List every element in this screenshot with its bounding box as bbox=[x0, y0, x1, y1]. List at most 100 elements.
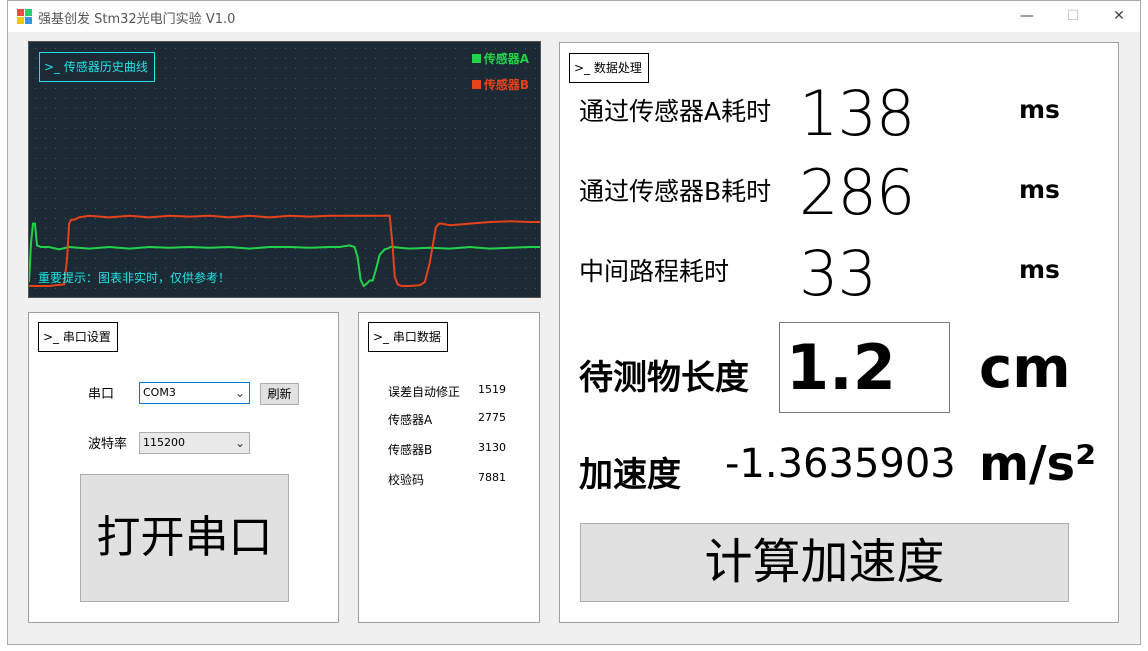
grid-dot bbox=[225, 138, 226, 139]
grid-dot bbox=[315, 148, 316, 149]
grid-dot bbox=[505, 108, 506, 109]
baud-select[interactable]: 115200 ⌄ bbox=[139, 432, 250, 454]
grid-dot bbox=[135, 218, 136, 219]
grid-dot bbox=[345, 118, 346, 119]
grid-dot bbox=[515, 288, 516, 289]
grid-dot bbox=[465, 238, 466, 239]
grid-dot bbox=[345, 208, 346, 209]
grid-dot bbox=[455, 78, 456, 79]
grid-dot bbox=[105, 188, 106, 189]
grid-dot bbox=[445, 78, 446, 79]
grid-dot bbox=[345, 158, 346, 159]
grid-dot bbox=[85, 238, 86, 239]
grid-dot bbox=[405, 198, 406, 199]
grid-dot bbox=[245, 158, 246, 159]
grid-dot bbox=[505, 148, 506, 149]
grid-dot bbox=[405, 228, 406, 229]
grid-dot bbox=[365, 118, 366, 119]
grid-dot bbox=[495, 258, 496, 259]
port-select[interactable]: COM3 ⌄ bbox=[139, 382, 250, 404]
grid-dot bbox=[345, 78, 346, 79]
grid-dot bbox=[295, 198, 296, 199]
grid-dot bbox=[405, 88, 406, 89]
grid-dot bbox=[265, 58, 266, 59]
grid-dot bbox=[495, 128, 496, 129]
grid-dot bbox=[375, 208, 376, 209]
grid-dot bbox=[535, 188, 536, 189]
grid-dot bbox=[215, 168, 216, 169]
grid-dot bbox=[205, 68, 206, 69]
grid-dot bbox=[355, 288, 356, 289]
grid-dot bbox=[135, 148, 136, 149]
grid-dot bbox=[325, 78, 326, 79]
grid-dot bbox=[255, 188, 256, 189]
grid-dot bbox=[195, 208, 196, 209]
grid-dot bbox=[515, 178, 516, 179]
grid-dot bbox=[255, 88, 256, 89]
grid-dot bbox=[475, 268, 476, 269]
grid-dot bbox=[415, 218, 416, 219]
grid-dot bbox=[45, 128, 46, 129]
grid-dot bbox=[385, 138, 386, 139]
grid-dot bbox=[115, 218, 116, 219]
grid-dot bbox=[375, 138, 376, 139]
length-input[interactable]: 1.2 bbox=[779, 322, 950, 413]
grid-dot bbox=[185, 108, 186, 109]
open-port-button[interactable]: 打开串口 bbox=[80, 474, 289, 602]
grid-dot bbox=[185, 168, 186, 169]
grid-dot bbox=[205, 58, 206, 59]
app-window: 强基创发 Stm32光电门实验 V1.0 — ☐ ✕ >_ 传感器历史曲线 传感… bbox=[7, 0, 1141, 645]
grid-dot bbox=[295, 128, 296, 129]
grid-dot bbox=[425, 148, 426, 149]
grid-dot bbox=[155, 238, 156, 239]
refresh-button[interactable]: 刷新 bbox=[260, 383, 299, 405]
grid-dot bbox=[415, 78, 416, 79]
grid-dot bbox=[35, 138, 36, 139]
grid-dot bbox=[185, 68, 186, 69]
grid-dot bbox=[215, 108, 216, 109]
grid-dot bbox=[385, 198, 386, 199]
grid-dot bbox=[65, 238, 66, 239]
grid-dot bbox=[115, 238, 116, 239]
grid-dot bbox=[415, 88, 416, 89]
grid-dot bbox=[445, 128, 446, 129]
grid-dot bbox=[515, 208, 516, 209]
grid-dot bbox=[525, 178, 526, 179]
window-title: 强基创发 Stm32光电门实验 V1.0 bbox=[38, 12, 236, 27]
data-row-label: 误差自动修正 bbox=[388, 385, 461, 399]
grid-dot bbox=[135, 198, 136, 199]
minimize-button[interactable]: — bbox=[1004, 1, 1050, 32]
grid-dot bbox=[535, 108, 536, 109]
grid-dot bbox=[345, 288, 346, 289]
grid-dot bbox=[255, 118, 256, 119]
grid-dot bbox=[435, 138, 436, 139]
grid-dot bbox=[35, 248, 36, 249]
grid-dot bbox=[155, 78, 156, 79]
grid-dot bbox=[425, 188, 426, 189]
grid-dot bbox=[35, 158, 36, 159]
grid-dot bbox=[415, 178, 416, 179]
grid-dot bbox=[395, 178, 396, 179]
grid-dot bbox=[375, 148, 376, 149]
grid-dot bbox=[115, 128, 116, 129]
grid-dot bbox=[425, 58, 426, 59]
grid-dot bbox=[505, 68, 506, 69]
grid-dot bbox=[335, 128, 336, 129]
grid-dot bbox=[225, 128, 226, 129]
grid-dot bbox=[425, 238, 426, 239]
grid-dot bbox=[275, 108, 276, 109]
maximize-button[interactable]: ☐ bbox=[1050, 1, 1096, 32]
grid-dot bbox=[465, 288, 466, 289]
grid-dot bbox=[365, 228, 366, 229]
grid-dot bbox=[85, 108, 86, 109]
grid-dot bbox=[315, 108, 316, 109]
grid-dot bbox=[445, 88, 446, 89]
close-button[interactable]: ✕ bbox=[1096, 1, 1142, 32]
grid-dot bbox=[225, 288, 226, 289]
compute-acceleration-button[interactable]: 计算加速度 bbox=[580, 523, 1069, 602]
grid-dot bbox=[75, 178, 76, 179]
grid-dot bbox=[195, 88, 196, 89]
grid-dot bbox=[165, 128, 166, 129]
grid-dot bbox=[435, 78, 436, 79]
grid-dot bbox=[65, 118, 66, 119]
